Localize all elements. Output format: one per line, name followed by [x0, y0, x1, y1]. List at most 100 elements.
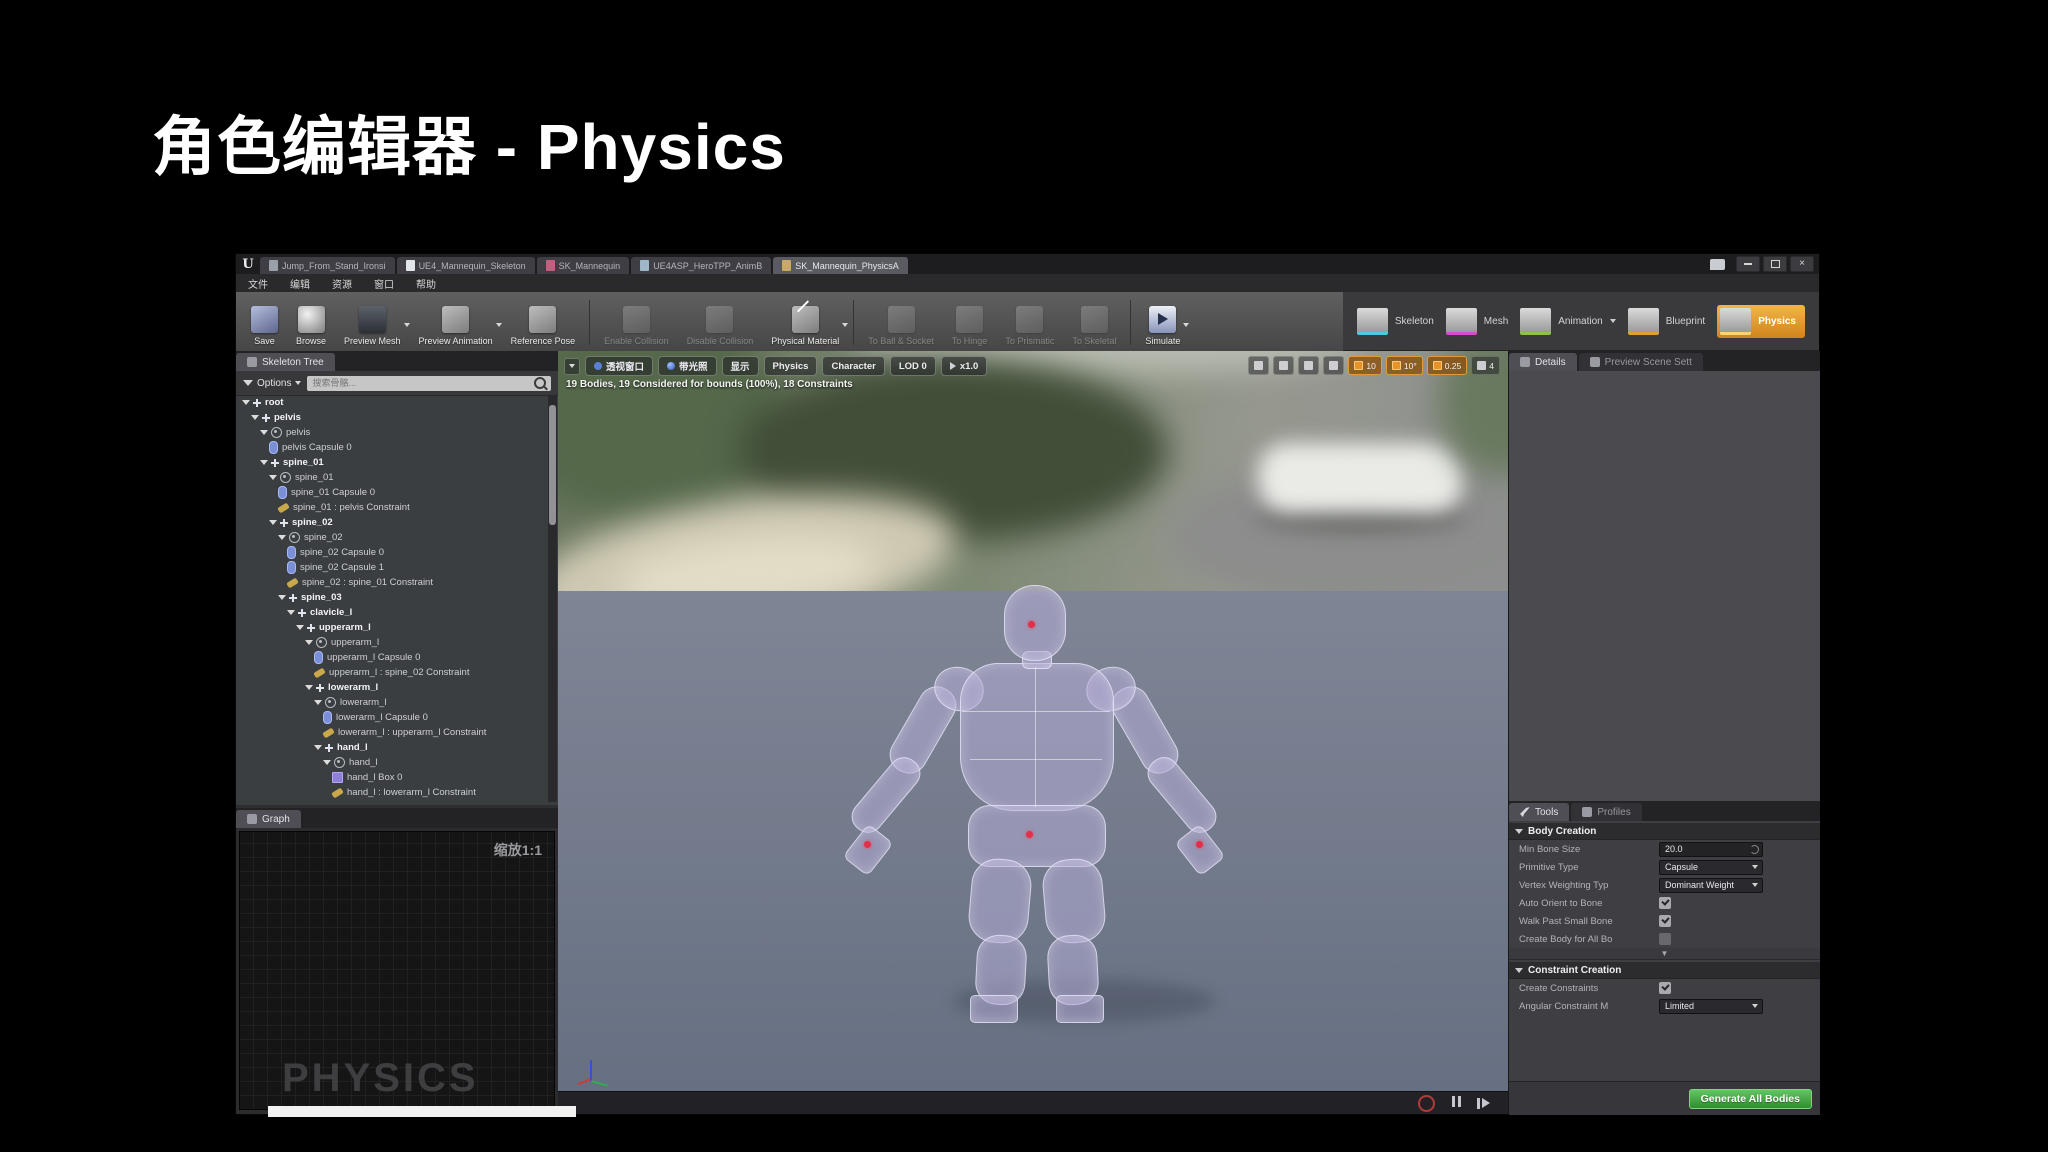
tab-profiles[interactable]: Profiles — [1571, 803, 1642, 821]
viewport-button-lod-0[interactable]: LOD 0 — [889, 356, 936, 376]
tab-graph[interactable]: Graph — [236, 810, 301, 828]
simulate-button[interactable]: Simulate — [1136, 292, 1190, 351]
menu-item[interactable]: 编辑 — [290, 276, 310, 291]
3d-viewport[interactable]: 透视窗口 带光照 显示 Physics Character LOD 0 x1.0 19 Bo… — [558, 351, 1508, 1114]
tab-tools[interactable]: Tools — [1509, 803, 1570, 821]
tree-row-upperarm_l[interactable]: upperarm_l — [236, 635, 547, 650]
move-tool-button[interactable] — [1248, 356, 1270, 375]
menu-item[interactable]: 窗口 — [374, 276, 394, 291]
viewport-button-x1-0[interactable]: x1.0 — [940, 356, 988, 376]
expander-icon[interactable] — [305, 685, 313, 690]
tree-row-upperarm_l[interactable]: upperarm_l — [236, 620, 547, 635]
expander-icon[interactable] — [269, 475, 277, 480]
chevron-down-icon[interactable] — [1183, 323, 1190, 327]
checkbox[interactable] — [1659, 915, 1671, 927]
tree-row-lowerarm_l[interactable]: lowerarm_l — [236, 695, 547, 710]
menu-item[interactable]: 资源 — [332, 276, 352, 291]
skeleton-tree-scrollbar[interactable] — [548, 395, 557, 802]
preview-mesh-button[interactable]: Preview Mesh — [335, 292, 410, 351]
bone-search-input[interactable] — [312, 378, 530, 388]
options-button[interactable]: Options — [243, 378, 302, 389]
dropdown[interactable]: Dominant Weight — [1659, 877, 1763, 893]
box-foot-l[interactable] — [970, 995, 1018, 1023]
browse-button[interactable]: Browse — [287, 292, 335, 351]
dropdown[interactable]: Capsule — [1659, 859, 1763, 875]
checkbox[interactable] — [1659, 897, 1671, 909]
expander-icon[interactable] — [314, 700, 322, 705]
capsule-torso[interactable] — [960, 663, 1114, 811]
tab-details[interactable]: Details — [1509, 353, 1577, 371]
tree-row-hand_l[interactable]: hand_l — [236, 740, 547, 755]
tree-row-clavicle_l[interactable]: clavicle_l — [236, 605, 547, 620]
capsule-pelvis[interactable] — [968, 805, 1106, 867]
tree-row-spine_02-Capsule-1[interactable]: spine_02 Capsule 1 — [236, 560, 547, 575]
viewport-button-character[interactable]: Character — [822, 356, 885, 376]
expander-icon[interactable] — [323, 760, 331, 765]
tree-row-upperarm_l-spine_02-Constraint[interactable]: upperarm_l : spine_02 Constraint — [236, 665, 547, 680]
tab-skeleton-tree[interactable]: Skeleton Tree — [236, 353, 335, 371]
shortcut-skeleton[interactable]: Skeleton — [1356, 307, 1434, 335]
spin-reset-icon[interactable] — [1750, 845, 1759, 854]
close-button[interactable]: × — [1790, 256, 1814, 272]
tree-row-lowerarm_l-Capsule-0[interactable]: lowerarm_l Capsule 0 — [236, 710, 547, 725]
viewport-button--[interactable]: 显示 — [721, 356, 759, 376]
tree-row-spine_01-Capsule-0[interactable]: spine_01 Capsule 0 — [236, 485, 547, 500]
tree-row-upperarm_l-Capsule-0[interactable]: upperarm_l Capsule 0 — [236, 650, 547, 665]
tree-row-spine_01-pelvis-Constraint[interactable]: spine_01 : pelvis Constraint — [236, 500, 547, 515]
scale-tool-button[interactable] — [1298, 356, 1320, 375]
tree-row-spine_02-spine_01-Constraint[interactable]: spine_02 : spine_01 Constraint — [236, 575, 547, 590]
viewport-button--[interactable]: 透视窗口 — [585, 356, 654, 376]
shortcut-blueprint[interactable]: Blueprint — [1627, 307, 1705, 335]
maximize-button[interactable] — [1763, 256, 1787, 272]
expander-icon[interactable] — [314, 745, 322, 750]
capsule-thigh-l[interactable] — [966, 856, 1034, 946]
menu-item[interactable]: 帮助 — [416, 276, 436, 291]
asset-tab[interactable]: SK_Mannequin — [536, 257, 630, 274]
box-foot-r[interactable] — [1056, 995, 1104, 1023]
tree-row-pelvis[interactable]: pelvis — [236, 425, 547, 440]
rotate-tool-button[interactable] — [1273, 356, 1295, 375]
preview-animation-button[interactable]: Preview Animation — [410, 292, 502, 351]
chevron-down-icon[interactable] — [842, 323, 849, 327]
tree-row-hand_l-Box-0[interactable]: hand_l Box 0 — [236, 770, 547, 785]
expander-icon[interactable] — [287, 610, 295, 615]
scrollbar-thumb[interactable] — [549, 405, 556, 525]
expander-icon[interactable] — [260, 430, 268, 435]
rotation-snap-button[interactable]: 10° — [1385, 356, 1423, 375]
record-icon[interactable] — [1418, 1094, 1435, 1112]
section-header[interactable]: Body Creation — [1509, 823, 1820, 840]
expander-icon[interactable] — [296, 625, 304, 630]
shortcut-animation[interactable]: Animation — [1520, 307, 1616, 335]
shortcut-mesh[interactable]: Mesh — [1445, 307, 1508, 335]
grid-snap-button[interactable]: 10 — [1348, 356, 1382, 375]
physical-material-button[interactable]: Physical Material — [762, 292, 849, 351]
physics-mannequin[interactable] — [842, 583, 1226, 1023]
feedback-icon[interactable] — [1710, 258, 1725, 270]
generate-all-bodies-button[interactable]: Generate All Bodies — [1688, 1088, 1812, 1109]
tree-row-hand_l[interactable]: hand_l — [236, 755, 547, 770]
tree-row-root[interactable]: root — [236, 395, 547, 410]
step-forward-icon[interactable] — [1477, 1097, 1490, 1109]
expander-icon[interactable] — [278, 535, 286, 540]
expander-icon[interactable] — [251, 415, 259, 420]
pause-icon[interactable] — [1450, 1094, 1462, 1112]
bone-search-box[interactable] — [307, 375, 551, 391]
viewport-button--[interactable]: 带光照 — [658, 356, 717, 376]
expander-icon[interactable] — [242, 400, 250, 405]
asset-tab[interactable]: SK_Mannequin_PhysicsA — [773, 257, 908, 274]
expander-icon[interactable] — [269, 520, 277, 525]
section-header[interactable]: Constraint Creation — [1509, 962, 1820, 979]
tree-row-spine_03[interactable]: spine_03 — [236, 590, 547, 605]
numeric-input[interactable]: 20.0 — [1659, 841, 1763, 857]
reference-pose-button[interactable]: Reference Pose — [502, 292, 585, 351]
viewport-button-physics[interactable]: Physics — [763, 356, 818, 376]
tree-row-spine_02[interactable]: spine_02 — [236, 515, 547, 530]
camera-speed-button[interactable]: 4 — [1471, 356, 1500, 375]
asset-tab[interactable]: UE4ASP_HeroTPP_AnimB — [631, 257, 772, 274]
capsule-head[interactable] — [1004, 585, 1066, 661]
asset-tab[interactable]: UE4_Mannequin_Skeleton — [396, 257, 535, 274]
expander-icon[interactable] — [278, 595, 286, 600]
expander-icon[interactable] — [305, 640, 313, 645]
tab-preview-scene-settings[interactable]: Preview Scene Sett — [1578, 353, 1703, 371]
tree-row-pelvis-Capsule-0[interactable]: pelvis Capsule 0 — [236, 440, 547, 455]
